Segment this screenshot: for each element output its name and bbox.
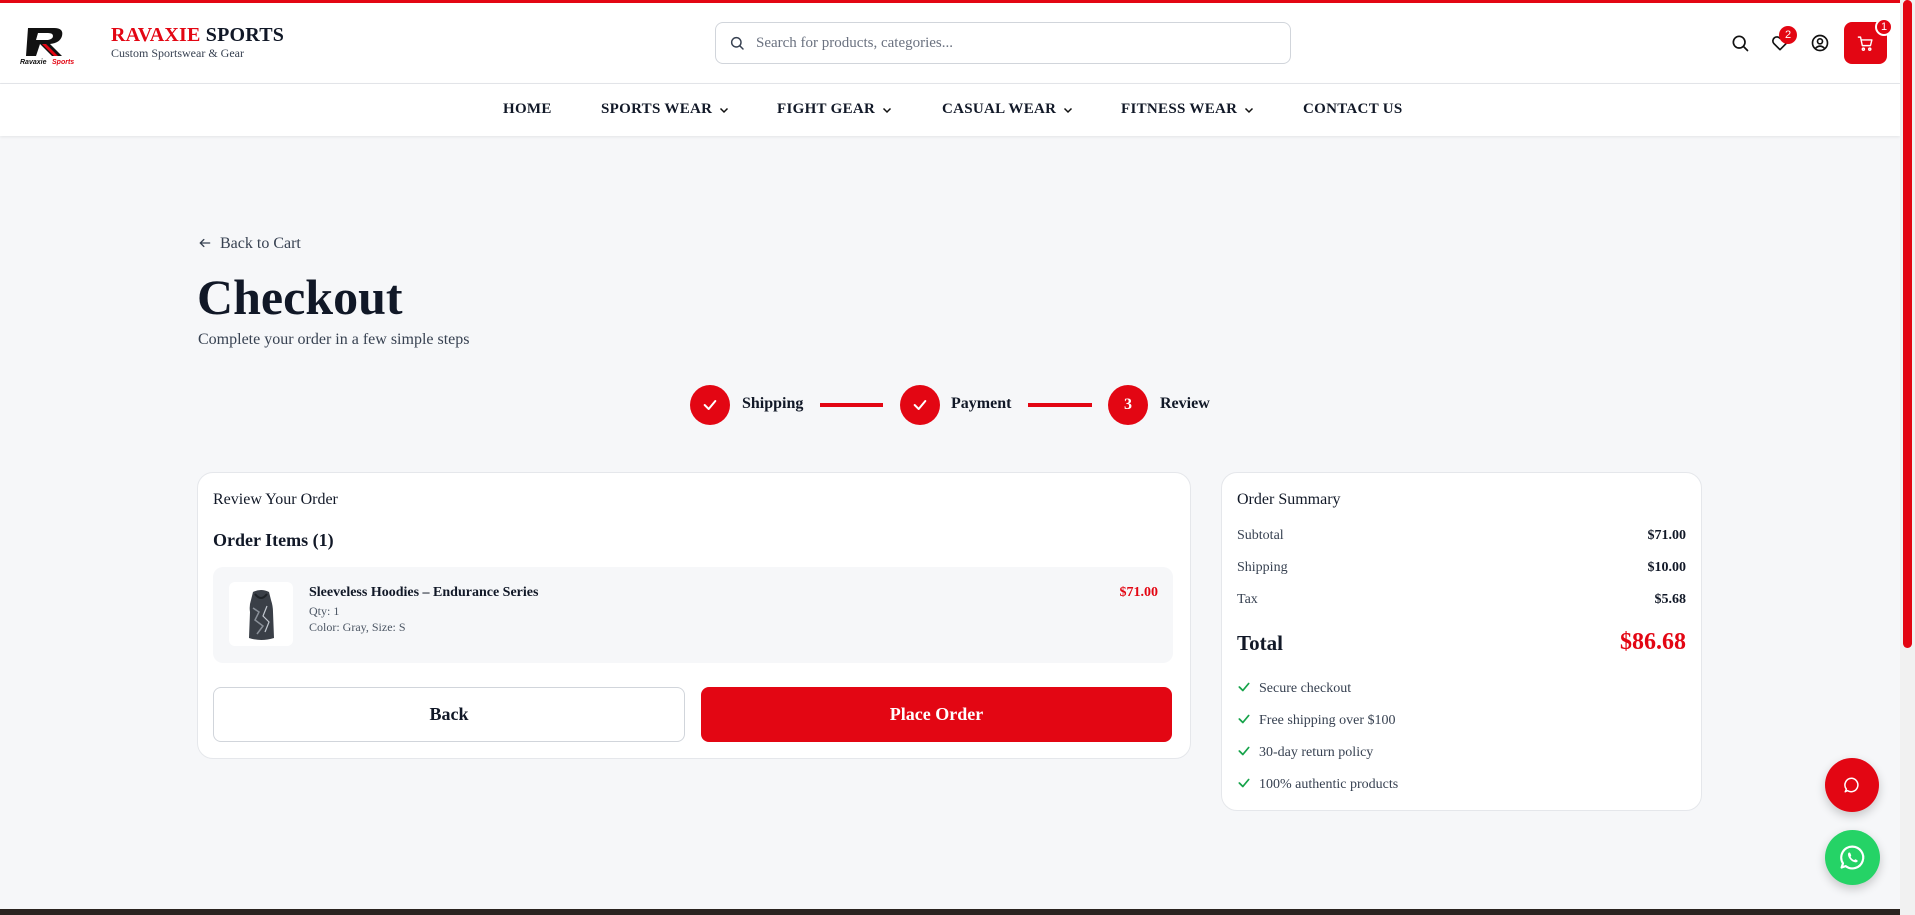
check-icon	[913, 400, 927, 410]
step-shipping-check	[690, 385, 730, 425]
back-button[interactable]: Back	[213, 687, 685, 742]
arrow-left-icon	[199, 238, 211, 248]
step-review-number: 3	[1108, 385, 1148, 425]
back-to-cart-link[interactable]: Back to Cart	[198, 235, 301, 253]
nav-home[interactable]: HOME	[503, 101, 552, 118]
chevron-down-icon	[720, 107, 729, 113]
chevron-down-icon	[1245, 107, 1254, 113]
chevron-down-icon	[1064, 107, 1073, 113]
brand-tagline: Custom Sportswear & Gear	[111, 46, 244, 60]
whatsapp-icon	[1840, 845, 1865, 870]
place-order-button[interactable]: Place Order	[701, 687, 1172, 742]
step-connector	[1028, 403, 1092, 407]
step-payment-check	[900, 385, 940, 425]
review-card-title: Review Your Order	[213, 491, 338, 508]
search-input[interactable]	[756, 23, 1276, 63]
step-payment-label: Payment	[951, 395, 1012, 412]
item-quantity: Qty: 1	[309, 604, 340, 618]
page-subtitle: Complete your order in a few simple step…	[198, 331, 470, 348]
order-items-heading: Order Items (1)	[213, 530, 334, 550]
item-price: $71.00	[1119, 585, 1159, 600]
svg-text:Sports: Sports	[52, 59, 74, 66]
subtotal-value: $71.00	[1647, 528, 1687, 543]
check-icon	[1238, 778, 1250, 788]
brand-block[interactable]: RAVAXIE SPORTS Custom Sportswear & Gear	[111, 24, 284, 60]
cart-button[interactable]: 1	[1844, 18, 1893, 64]
nav-sports-wear[interactable]: SPORTS WEAR	[601, 101, 730, 118]
main-navigation: HOME SPORTS WEAR FIGHT GEAR CASUAL WEAR …	[0, 84, 1900, 136]
feature-return-policy: 30-day return policy	[1237, 744, 1373, 761]
step-connector	[820, 403, 883, 407]
item-options: Color: Gray, Size: S	[309, 620, 406, 634]
product-thumbnail	[229, 582, 293, 646]
order-item: Sleeveless Hoodies – Endurance Series Qt…	[213, 567, 1173, 663]
shipping-value: $10.00	[1647, 560, 1687, 575]
total-value: $86.68	[1620, 629, 1686, 655]
chevron-down-icon	[883, 107, 892, 113]
page-scrollbar[interactable]	[1900, 0, 1915, 915]
chat-bubble-icon	[1844, 777, 1859, 793]
brand-logo[interactable]: Ravaxie Sports	[18, 22, 90, 66]
whatsapp-button[interactable]	[1825, 830, 1880, 885]
nav-fitness-wear[interactable]: FITNESS WEAR	[1121, 101, 1255, 118]
review-order-card: Review Your Order Order Items (1) Sleeve…	[197, 472, 1191, 759]
brand-name: RAVAXIE SPORTS	[111, 24, 285, 46]
tax-value: $5.68	[1654, 592, 1687, 607]
footer-edge	[0, 909, 1900, 915]
search-bar	[715, 22, 1291, 64]
svg-text:Ravaxie: Ravaxie	[20, 59, 47, 66]
chat-button[interactable]	[1825, 758, 1879, 812]
summary-title: Order Summary	[1237, 491, 1341, 508]
search-icon	[730, 36, 744, 50]
shipping-row: Shipping $10.00	[1237, 560, 1687, 575]
wishlist-count-badge: 2	[1779, 26, 1797, 44]
step-shipping-label: Shipping	[742, 395, 804, 412]
total-row: Total $86.68	[1237, 629, 1686, 655]
account-icon[interactable]	[1810, 33, 1830, 53]
nav-contact-us[interactable]: CONTACT US	[1303, 101, 1403, 118]
site-header: Ravaxie Sports RAVAXIE SPORTS Custom Spo…	[0, 3, 1900, 84]
feature-secure-checkout: Secure checkout	[1237, 680, 1351, 697]
cart-count-badge: 1	[1875, 18, 1893, 36]
subtotal-row: Subtotal $71.00	[1237, 528, 1687, 543]
nav-fight-gear[interactable]: FIGHT GEAR	[777, 101, 893, 118]
item-name: Sleeveless Hoodies – Endurance Series	[309, 585, 539, 600]
cart-icon	[1857, 36, 1873, 51]
feature-free-shipping: Free shipping over $100	[1237, 712, 1395, 729]
order-summary-card: Order Summary Subtotal $71.00 Shipping $10…	[1221, 472, 1702, 811]
scrollbar-thumb[interactable]	[1903, 0, 1912, 648]
check-icon	[1238, 682, 1250, 692]
wishlist-icon[interactable]: 2	[1770, 26, 1797, 53]
check-icon	[703, 400, 717, 410]
feature-authentic-products: 100% authentic products	[1237, 776, 1398, 793]
tax-row: Tax $5.68	[1237, 592, 1687, 607]
search-icon[interactable]	[1730, 33, 1750, 53]
check-icon	[1238, 746, 1250, 756]
nav-casual-wear[interactable]: CASUAL WEAR	[942, 101, 1074, 118]
check-icon	[1238, 714, 1250, 724]
step-review-label: Review	[1160, 395, 1210, 412]
page-title: Checkout	[197, 269, 403, 325]
